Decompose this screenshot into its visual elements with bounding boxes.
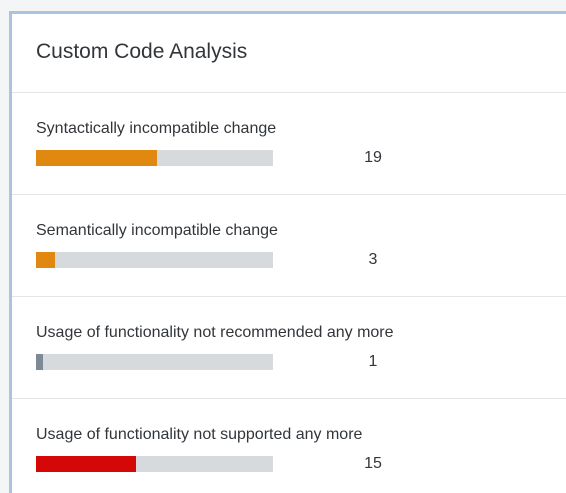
item-label: Semantically incompatible change [36,222,278,239]
list-item-semantically-incompatible[interactable]: Semantically incompatible change 3 [12,195,566,297]
progress-bar-fill [36,150,157,166]
list-item-syntactically-incompatible[interactable]: Syntactically incompatible change 19 [12,93,566,195]
progress-bar-fill [36,354,44,370]
custom-code-analysis-card[interactable]: Custom Code Analysis Syntactically incom… [9,11,566,493]
progress-bar [36,354,273,370]
item-label: Usage of functionality not supported any… [36,426,363,443]
item-count: 15 [364,455,382,472]
item-label: Syntactically incompatible change [36,120,277,137]
list-item-not-supported[interactable]: Usage of functionality not supported any… [12,399,566,493]
item-count: 1 [368,353,378,370]
list-item-not-recommended[interactable]: Usage of functionality not recommended a… [12,297,566,399]
progress-bar-fill [36,456,136,472]
progress-bar [36,150,273,166]
progress-bar [36,252,273,268]
item-count: 19 [364,149,382,166]
progress-bar [36,456,273,472]
item-label: Usage of functionality not recommended a… [36,324,394,341]
card-title: Custom Code Analysis [36,40,248,63]
item-count: 3 [368,251,378,268]
progress-bar-fill [36,252,55,268]
